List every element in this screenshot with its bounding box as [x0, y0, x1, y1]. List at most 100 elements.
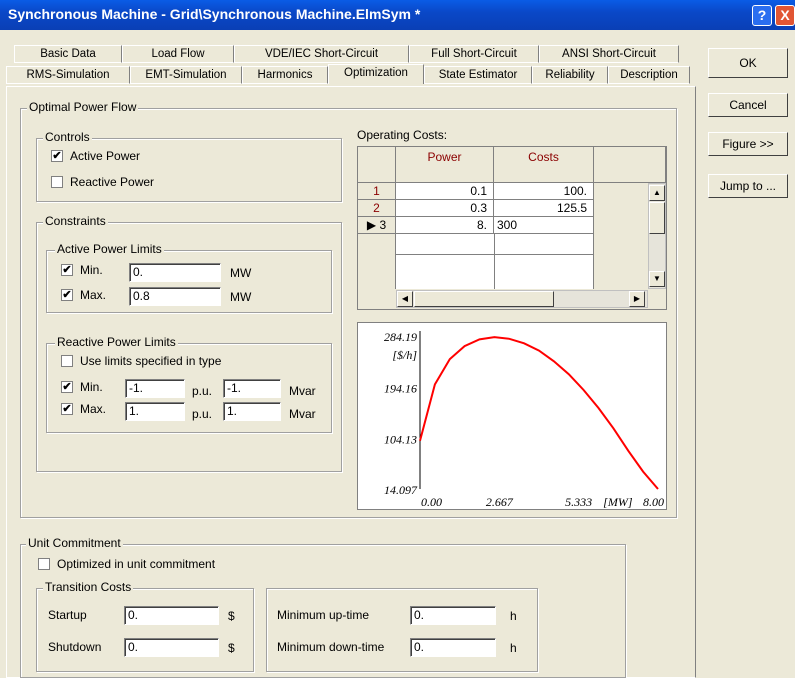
x-axis-label: [MW] — [603, 495, 633, 509]
rpl-min-checkbox[interactable]: ✔ — [61, 381, 73, 393]
min-down-unit: h — [510, 641, 517, 655]
startup-input[interactable]: 0. — [124, 606, 219, 625]
title-bar: Synchronous Machine - Grid\Synchronous M… — [0, 0, 795, 30]
transition-costs-group — [36, 588, 254, 672]
row-header-empty — [358, 234, 396, 289]
col-divider — [494, 234, 495, 289]
cell-power-2[interactable]: 0.3 — [396, 200, 494, 217]
tab-ansi[interactable]: ANSI Short-Circuit — [539, 45, 679, 63]
apl-min-checkbox[interactable]: ✔ — [61, 264, 73, 276]
opf-title: Optimal Power Flow — [27, 100, 139, 114]
cancel-button[interactable]: Cancel — [708, 93, 788, 117]
tab-description[interactable]: Description — [608, 66, 690, 84]
tab-vde-iec[interactable]: VDE/IEC Short-Circuit — [234, 45, 409, 63]
x-tick-label: 2.667 — [486, 495, 514, 509]
row-header-2[interactable]: 2 — [358, 200, 396, 217]
min-up-unit: h — [510, 609, 517, 623]
horizontal-scroll-thumb[interactable] — [414, 291, 554, 307]
rpl-max-pu-unit: p.u. — [192, 407, 213, 421]
vertical-scroll-thumb[interactable] — [649, 202, 665, 234]
operating-costs-title: Operating Costs: — [357, 128, 448, 142]
cell-power-3[interactable]: 8. — [396, 217, 494, 234]
y-tick-label: 104.13 — [384, 432, 417, 446]
x-tick-label: 5.333 — [565, 495, 592, 509]
cell-cost-2[interactable]: 125.5 — [494, 200, 594, 217]
tab-full-short-circuit[interactable]: Full Short-Circuit — [409, 45, 539, 63]
cost-chart-svg: 284.19 194.16 104.13 14.097 [$/h] 0.00 2.667 5.… — [384, 330, 664, 509]
active-power-limits-title: Active Power Limits — [55, 242, 164, 256]
rpl-max-mvar-unit: Mvar — [289, 407, 316, 421]
apl-max-input[interactable]: 0.8 — [129, 287, 221, 306]
shutdown-input[interactable]: 0. — [124, 638, 219, 657]
min-down-input[interactable]: 0. — [410, 638, 496, 657]
x-tick-label: 8.00 — [643, 495, 664, 509]
min-up-label: Minimum up-time — [277, 608, 370, 622]
active-power-label: Active Power — [70, 149, 141, 163]
figure-button[interactable]: Figure >> — [708, 132, 788, 156]
startup-unit: $ — [228, 609, 235, 623]
rpl-min-mvar-unit: Mvar — [289, 384, 316, 398]
use-type-limits-checkbox[interactable] — [61, 355, 73, 367]
rpl-max-label: Max. — [80, 402, 107, 416]
apl-max-unit: MW — [230, 290, 252, 304]
reactive-power-checkbox[interactable] — [51, 176, 63, 188]
row-header-3[interactable]: ▶ 3 — [358, 217, 396, 234]
row-divider — [396, 254, 594, 255]
rpl-max-mvar-input[interactable]: 1. — [223, 402, 281, 421]
min-time-group — [266, 588, 538, 672]
min-up-input[interactable]: 0. — [410, 606, 496, 625]
rpl-min-label: Min. — [80, 380, 103, 394]
apl-min-input[interactable]: 0. — [129, 263, 221, 282]
optimized-uc-checkbox[interactable] — [38, 558, 50, 570]
tab-emt-simulation[interactable]: EMT-Simulation — [130, 66, 242, 84]
unit-commitment-title: Unit Commitment — [26, 536, 123, 550]
apl-min-unit: MW — [230, 266, 252, 280]
tab-basic-data[interactable]: Basic Data — [14, 45, 122, 63]
rpl-max-checkbox[interactable]: ✔ — [61, 403, 73, 415]
tab-load-flow[interactable]: Load Flow — [122, 45, 234, 63]
help-button[interactable]: ? — [752, 5, 772, 26]
scroll-up-icon[interactable]: ▲ — [649, 185, 665, 201]
use-type-limits-label: Use limits specified in type — [80, 354, 222, 368]
ok-button[interactable]: OK — [708, 48, 788, 78]
active-power-checkbox[interactable]: ✔ — [51, 150, 63, 162]
rpl-min-pu-input[interactable]: -1. — [125, 379, 185, 398]
row-header-1[interactable]: 1 — [358, 183, 396, 200]
apl-min-label: Min. — [80, 263, 103, 277]
rpl-min-mvar-input[interactable]: -1. — [223, 379, 281, 398]
reactive-power-label: Reactive Power — [70, 175, 155, 189]
controls-group — [36, 138, 342, 202]
apl-max-checkbox[interactable]: ✔ — [61, 289, 73, 301]
table-corner — [358, 147, 396, 183]
col-header-costs[interactable]: Costs — [494, 147, 594, 183]
col-header-power[interactable]: Power — [396, 147, 494, 183]
rpl-max-pu-input[interactable]: 1. — [125, 402, 185, 421]
y-tick-label: 284.19 — [384, 330, 417, 344]
shutdown-label: Shutdown — [48, 640, 102, 654]
cost-curve-line — [419, 336, 659, 490]
x-tick-label: 0.00 — [421, 495, 442, 509]
rpl-min-pu-unit: p.u. — [192, 384, 213, 398]
reactive-power-limits-title: Reactive Power Limits — [55, 335, 178, 349]
close-button[interactable]: X — [775, 5, 795, 26]
tab-rms-simulation[interactable]: RMS-Simulation — [6, 66, 130, 84]
window-title: Synchronous Machine - Grid\Synchronous M… — [8, 6, 421, 22]
tab-optimization[interactable]: Optimization — [328, 64, 424, 84]
jump-to-button[interactable]: Jump to ... — [708, 174, 788, 198]
y-tick-label: 194.16 — [384, 382, 417, 396]
tab-harmonics[interactable]: Harmonics — [242, 66, 328, 84]
cost-chart: 284.19 194.16 104.13 14.097 [$/h] 0.00 2.667 5.… — [357, 322, 667, 510]
scroll-down-icon[interactable]: ▼ — [649, 271, 665, 287]
cell-power-1[interactable]: 0.1 — [396, 183, 494, 200]
operating-costs-table: Power Costs 1 0.1 100. 2 0.3 125.5 ▶ 3 8… — [357, 146, 667, 310]
scroll-left-icon[interactable]: ◀ — [397, 291, 413, 307]
cell-cost-3[interactable]: 300 — [494, 217, 594, 234]
tab-state-estimator[interactable]: State Estimator — [424, 66, 532, 84]
empty-rows — [396, 234, 594, 289]
tab-reliability[interactable]: Reliability — [532, 66, 608, 84]
startup-label: Startup — [48, 608, 87, 622]
constraints-title: Constraints — [43, 214, 108, 228]
min-down-label: Minimum down-time — [277, 640, 385, 654]
cell-cost-1[interactable]: 100. — [494, 183, 594, 200]
scroll-right-icon[interactable]: ▶ — [629, 291, 645, 307]
